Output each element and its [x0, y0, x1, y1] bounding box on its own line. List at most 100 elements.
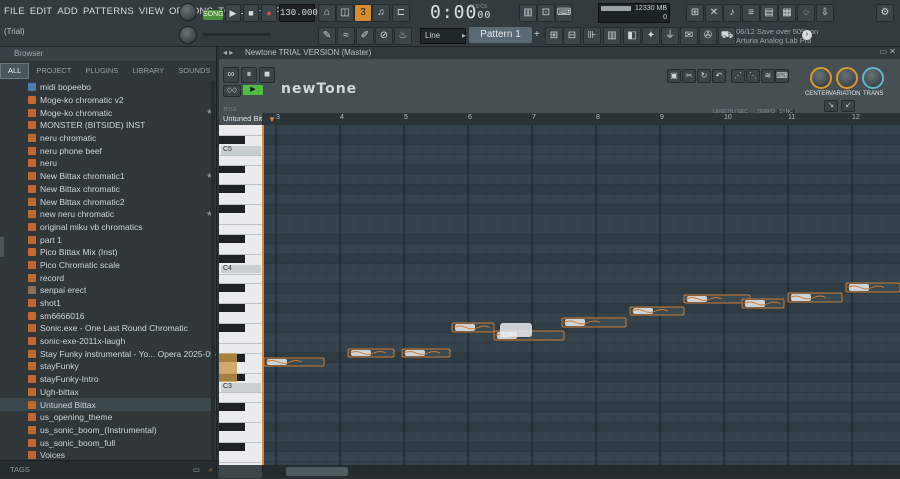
song-mode-toggle[interactable]: SONG [203, 10, 224, 20]
tools-icon[interactable]: ✕ [705, 4, 723, 22]
wait-input-icon[interactable]: ◫ [336, 4, 354, 22]
playlist-icon[interactable]: ≡ [742, 4, 760, 22]
pencil-tool-icon[interactable]: ✎ [318, 27, 336, 45]
playlist-window-icon[interactable]: ⊞ [545, 27, 563, 45]
browser-file-item[interactable]: Untuned Bittax [0, 398, 216, 411]
browser-file-item[interactable]: neru phone beef [0, 144, 216, 157]
scroll-thumb[interactable] [286, 467, 348, 476]
countdown-icon[interactable]: 3 [354, 4, 372, 22]
black-key[interactable] [219, 442, 245, 451]
play-button[interactable]: ▶ [225, 4, 241, 22]
brush-mode-icon[interactable]: ↘ [824, 100, 838, 112]
browser-tab-sounds[interactable]: SOUNDS [171, 63, 217, 79]
plugin-database-icon[interactable]: ✦ [642, 27, 660, 45]
browser-file-item[interactable]: Ugh-bittax [0, 386, 216, 399]
pattern-selector[interactable]: Pattern 1 [469, 27, 532, 43]
browser-tab-all[interactable]: ALL [0, 63, 30, 79]
browser-file-item[interactable]: shot1 [0, 297, 216, 310]
browser-file-item[interactable]: New Bittax chromatic1 ★ [0, 170, 216, 183]
piano-window-icon[interactable]: ▥ [603, 27, 621, 45]
piano-roll-icon[interactable]: ▤ [760, 4, 778, 22]
search-icon[interactable]: ⌕ [209, 461, 213, 479]
save-icon[interactable]: ▣ [667, 69, 681, 83]
browser-file-item[interactable]: Sonic.exe - One Last Round Chromatic [0, 322, 216, 335]
sample-icon[interactable]: ♨ [394, 27, 412, 45]
stop-button[interactable]: ■ [243, 4, 259, 22]
black-key[interactable] [219, 423, 245, 431]
brush-tool-icon[interactable]: ≈ [337, 27, 355, 45]
variation-knob[interactable] [836, 67, 858, 89]
master-volume-knob[interactable] [179, 3, 197, 21]
step-edit-icon[interactable]: ♫ [372, 4, 390, 22]
snap-icon[interactable]: ⊡ [537, 4, 555, 22]
browser-file-item[interactable]: Pico Chromatic scale [0, 259, 216, 272]
loop-icon[interactable]: ∞ [223, 67, 239, 83]
browser-file-item[interactable]: us_sonic_boom_full [0, 436, 216, 449]
browser-file-item[interactable]: new neru chromatic ★ [0, 208, 216, 221]
black-key[interactable] [219, 135, 245, 144]
master-pitch-knob[interactable] [179, 26, 197, 44]
refresh-icon[interactable]: ↻ [697, 69, 711, 83]
piano-keyboard[interactable]: C5 C4 C3 [219, 125, 262, 465]
browser-tab-plugins[interactable]: PLUGINS [78, 63, 125, 79]
black-key[interactable] [219, 284, 245, 293]
transpose-knob[interactable] [862, 67, 884, 89]
browser-file-item[interactable]: stayFunky [0, 360, 216, 373]
keyboard-tool-icon[interactable]: ⌨ [775, 69, 789, 83]
slice-tool-icon[interactable]: ⋱ [746, 69, 760, 83]
metronome-icon[interactable]: ⌂ [318, 4, 336, 22]
mixer-window-icon[interactable]: ⊪ [583, 27, 601, 45]
record-button[interactable]: ● [261, 4, 277, 22]
folder-icon[interactable]: ▭ [193, 461, 200, 479]
browser-file-item[interactable]: stayFunky-Intro [0, 373, 216, 386]
black-key[interactable] [219, 165, 245, 174]
plug-icon[interactable]: ⏚ [661, 27, 679, 45]
menu-patterns[interactable]: PATTERNS [83, 6, 134, 17]
browser-file-item[interactable]: neru chromatic [0, 132, 216, 145]
browser-file-item[interactable]: sonic-exe-2011x-laugh [0, 335, 216, 348]
loop-record-icon[interactable]: ⊏ [392, 4, 410, 22]
cart-icon[interactable]: ⛟ [718, 27, 736, 45]
black-key[interactable] [219, 254, 245, 263]
browser-file-item[interactable]: sm6666016 [0, 309, 216, 322]
browser-file-item[interactable]: original miku vb chromatics [0, 221, 216, 234]
browser-file-item[interactable]: MONSTER (BITSIDE) INST [0, 119, 216, 132]
play-plugin-icon[interactable]: ▶ [243, 85, 263, 95]
browser-file-item[interactable]: us_sonic_boom_(Instrumental) [0, 424, 216, 437]
channel-rack-icon[interactable]: ▦ [778, 4, 796, 22]
menu-add[interactable]: ADD [57, 6, 78, 17]
microphone-icon[interactable]: ♪ [723, 4, 741, 22]
chat-icon[interactable]: ◌ [797, 4, 815, 22]
master-slider-track[interactable] [203, 33, 271, 36]
snap-select[interactable]: Line [420, 28, 466, 44]
browser-file-item[interactable]: Moge-ko chromatic v2 [0, 94, 216, 107]
add-pattern-icon[interactable]: + [534, 29, 540, 40]
browser-resize-handle[interactable] [0, 237, 4, 257]
chevron-right-icon[interactable]: ▸ [462, 31, 466, 40]
browser-file-item[interactable]: midi bopeebo [0, 81, 216, 94]
plugin-menu-icon[interactable]: ◂ ▸ [223, 48, 233, 57]
browser-file-item[interactable]: part 1 [0, 233, 216, 246]
mute-tool-icon[interactable]: ⊘ [375, 27, 393, 45]
next-news-icon[interactable]: › [802, 30, 812, 40]
paint-tool-icon[interactable]: ✐ [356, 27, 374, 45]
black-key[interactable] [219, 324, 245, 332]
browser-tab-library[interactable]: LIBRARY [125, 63, 171, 79]
menu-edit[interactable]: EDIT [30, 6, 52, 17]
menu-file[interactable]: FILE [4, 6, 25, 17]
browser-file-item[interactable]: New Bittax chromatic2 [0, 195, 216, 208]
browser-window-icon[interactable]: ◧ [623, 27, 641, 45]
browser-file-item[interactable]: Moge-ko chromatic ★ [0, 106, 216, 119]
typing-keyboard-icon[interactable]: ⌨ [555, 4, 573, 22]
browser-file-item[interactable]: New Bittax chromatic [0, 183, 216, 196]
browser-file-item[interactable]: senpai erect [0, 284, 216, 297]
timeline-ruler[interactable]: 3 4 5 6 7 8 9 10 11 12 [262, 113, 900, 125]
pitch-tool-icon[interactable]: ⋰ [731, 69, 745, 83]
browser-file-item[interactable]: us_opening_theme [0, 411, 216, 424]
window-controls[interactable]: ▭ ✕ [880, 47, 896, 56]
help-icon[interactable]: ✇ [699, 27, 717, 45]
link-icon[interactable]: ◇◇ [223, 85, 241, 97]
black-key[interactable] [219, 304, 245, 313]
channel-window-icon[interactable]: ⊟ [563, 27, 581, 45]
black-key[interactable] [219, 205, 245, 214]
